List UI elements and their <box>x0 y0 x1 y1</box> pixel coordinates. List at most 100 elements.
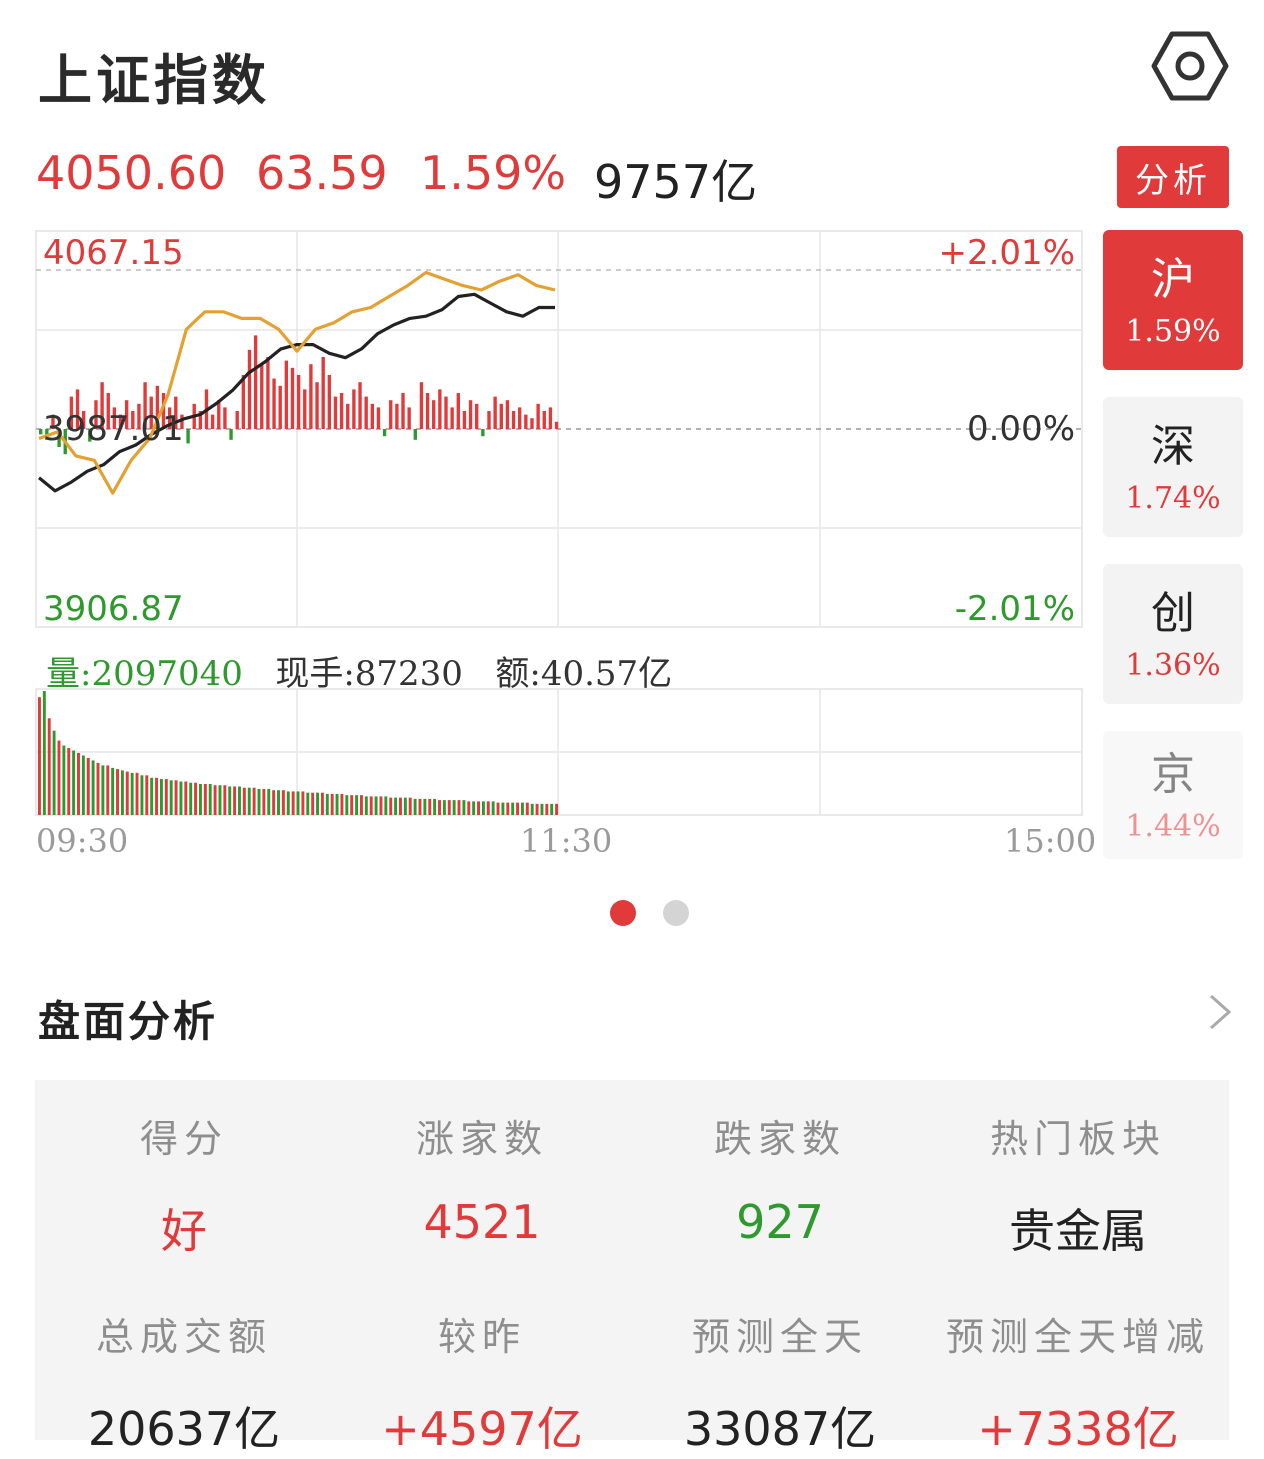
volume-bar <box>496 802 500 815</box>
tick-bar <box>309 364 313 429</box>
volume-bar <box>184 781 188 815</box>
volume-bar <box>174 780 178 815</box>
volume-bar <box>242 787 246 815</box>
volume-bar <box>198 784 202 815</box>
market-tab-name: 创 <box>1151 587 1195 639</box>
market-tab-sh[interactable]: 沪 1.59% <box>1103 230 1243 370</box>
volume-info: 量:2097040 现手:87230 额:40.57亿 <box>46 646 672 695</box>
intraday-chart[interactable]: 4067.15 3987.01 3906.87 +2.01% 0.00% -2.… <box>35 230 1083 820</box>
volume-bar <box>130 772 134 815</box>
tick-bar <box>419 382 424 429</box>
tick-bar <box>352 389 356 429</box>
volume-bar <box>233 786 237 815</box>
tick-bar <box>364 396 368 429</box>
tick-bar <box>278 385 282 429</box>
volume-bar <box>52 730 56 815</box>
volume-bar <box>472 801 476 815</box>
volume-bar <box>540 803 544 815</box>
volume-bar <box>159 779 163 815</box>
volume-bar <box>62 745 66 815</box>
tick-bar <box>315 382 319 429</box>
tick-bar <box>260 364 264 429</box>
volume-bar <box>325 793 329 815</box>
tick-bar <box>487 411 491 429</box>
volume-bar <box>272 790 276 815</box>
volume-bar <box>403 797 407 815</box>
tick-bar <box>530 418 534 429</box>
chart-top-pct: +2.01% <box>939 233 1076 273</box>
volume-bar <box>359 795 363 815</box>
stat-total-turnover: 总成交额 20637亿 <box>35 1306 333 1459</box>
volume-bar <box>330 793 334 815</box>
volume-bar <box>228 786 232 815</box>
volume-bar <box>281 790 285 815</box>
tick-bar <box>358 382 362 429</box>
current-hand-value: :87230 <box>343 654 463 694</box>
volume-bar <box>462 800 466 815</box>
volume-bar <box>413 798 417 815</box>
market-tab-cy[interactable]: 创 1.36% <box>1103 564 1243 704</box>
tick-bar <box>253 335 258 429</box>
tick-bar <box>542 411 546 429</box>
stat-label: 较昨 <box>437 1315 526 1359</box>
volume-bar <box>169 780 173 815</box>
tick-bar <box>456 393 460 429</box>
stat-advancers: 涨家数 4521 <box>333 1108 631 1249</box>
volume-bar <box>203 784 207 815</box>
settings-hexagon-icon[interactable] <box>1150 30 1230 102</box>
tick-bar <box>39 429 43 435</box>
stat-label: 跌家数 <box>713 1117 846 1161</box>
volume-bar <box>86 757 90 815</box>
volume-bar <box>530 803 534 815</box>
time-start: 09:30 <box>36 822 129 860</box>
volume-bar <box>501 802 505 815</box>
tick-bar <box>284 360 289 429</box>
tick-bar <box>395 403 399 429</box>
tick-bar <box>524 414 528 429</box>
market-tab-pct: 1.59% <box>1125 313 1221 349</box>
stat-value: 好 <box>161 1204 207 1258</box>
stat-vs-yesterday: 较昨 +4597亿 <box>333 1306 631 1459</box>
volume-bar <box>340 793 344 815</box>
chart-bottom-price: 3906.87 <box>43 589 184 629</box>
current-hand-label: 现手 <box>275 654 344 694</box>
volume-bar <box>213 785 217 815</box>
volume-bar <box>520 802 524 815</box>
volume-bar <box>252 787 256 815</box>
tick-bar <box>425 393 430 429</box>
chevron-right-icon[interactable] <box>1205 992 1235 1032</box>
volume-bar <box>545 803 549 815</box>
stat-value: 4521 <box>423 1195 541 1249</box>
tick-bar <box>401 393 405 429</box>
volume-bar <box>433 798 437 815</box>
volume-bar <box>135 772 139 815</box>
market-tab-pct: 1.44% <box>1125 808 1221 844</box>
volume-bar <box>452 800 456 815</box>
volume-bar <box>369 796 373 815</box>
pager-dot-active[interactable] <box>610 900 636 926</box>
volume-bar <box>364 796 368 815</box>
market-tab-name: 沪 <box>1151 253 1195 305</box>
volume-bar <box>125 771 129 815</box>
market-tab-bj[interactable]: 京 1.44% <box>1103 731 1243 859</box>
volume-bar <box>150 777 154 815</box>
volume-bar <box>277 790 280 815</box>
volume-bar <box>262 788 266 815</box>
volume-bar <box>247 787 251 815</box>
chart-baseline-price: 3987.01 <box>43 409 184 449</box>
tick-bar <box>413 429 417 440</box>
pager-dot[interactable] <box>663 900 689 926</box>
tick-bar <box>548 407 553 429</box>
volume-bar <box>286 791 290 815</box>
volume-label: 量 <box>46 654 80 694</box>
volume-bar <box>42 691 46 815</box>
market-tab-name: 深 <box>1151 420 1195 472</box>
volume-bar <box>120 770 124 815</box>
tick-bar <box>468 400 473 429</box>
stat-value: 20637亿 <box>87 1402 281 1456</box>
analysis-button[interactable]: 分析 <box>1117 146 1229 208</box>
volume-bar <box>155 777 159 815</box>
market-tab-sz[interactable]: 深 1.74% <box>1103 397 1243 537</box>
volume-bar <box>91 760 95 815</box>
volume-bar <box>423 798 427 815</box>
